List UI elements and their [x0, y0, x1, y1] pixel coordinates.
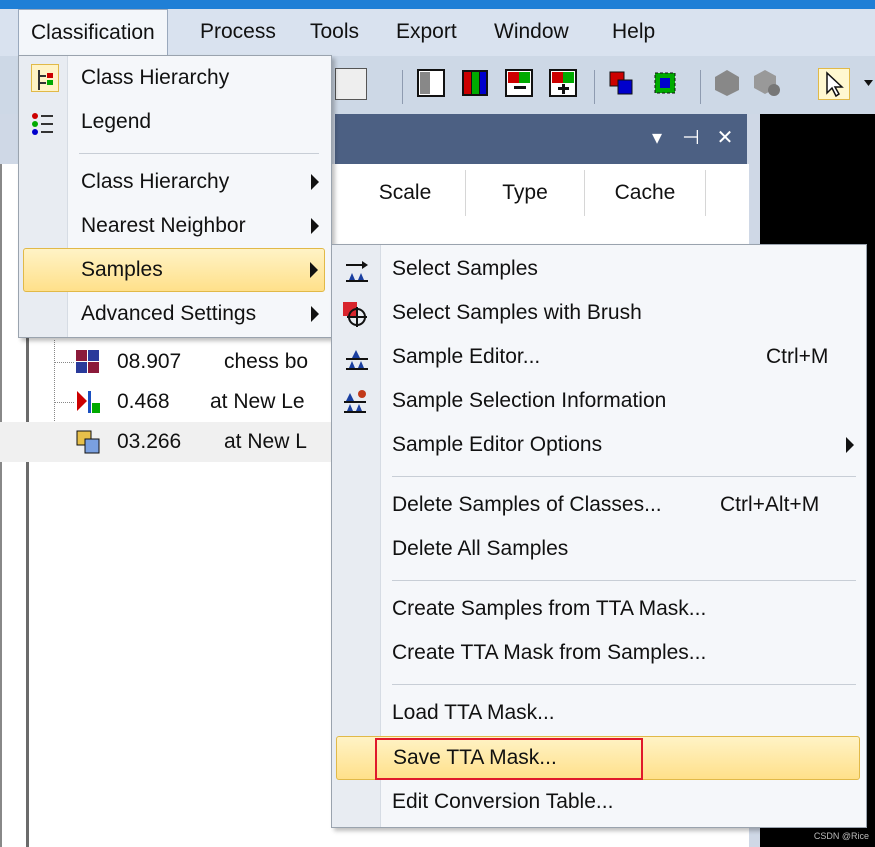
panel-controls: ▾ ⊣ ✕ — [640, 114, 747, 164]
menu-item-create-tta-from-samples[interactable]: Create TTA Mask from Samples... — [332, 631, 864, 675]
merge-region-icon — [75, 429, 101, 455]
menu-item-label: Sample Editor... — [392, 345, 541, 368]
row-name: at New L — [224, 430, 307, 453]
menu-item-label: Nearest Neighbor — [81, 214, 246, 237]
submenu-arrow-icon — [311, 218, 319, 234]
menu-tools[interactable]: Tools — [298, 9, 371, 56]
row-name: at New Le — [210, 390, 305, 413]
menu-item-label: Edit Conversion Table... — [392, 790, 614, 813]
menu-item-sample-editor[interactable]: Sample Editor... Ctrl+M — [332, 335, 864, 379]
menu-item-label: Samples — [81, 258, 163, 281]
menu-separator — [392, 476, 856, 477]
toolbar-overflow-icon[interactable] — [862, 68, 875, 98]
annotation-highlight-box — [375, 738, 643, 780]
menu-item-legend[interactable]: Legend — [21, 100, 327, 144]
menu-separator — [392, 684, 856, 685]
menu-item-samples[interactable]: Samples — [23, 248, 325, 292]
menu-item-delete-samples-classes[interactable]: Delete Samples of Classes... Ctrl+Alt+M — [332, 483, 864, 527]
menu-item-shortcut: Ctrl+M — [766, 345, 829, 368]
panel-close-icon[interactable]: ✕ — [708, 114, 742, 162]
submenu-arrow-icon — [311, 174, 319, 190]
row-value: 08.907 — [117, 350, 182, 373]
menu-item-label: Select Samples — [392, 257, 538, 280]
menu-item-label: Legend — [81, 110, 152, 133]
menu-item-delete-all-samples[interactable]: Delete All Samples — [332, 527, 864, 571]
menu-item-label: Sample Editor Options — [392, 433, 603, 456]
brush-icon — [342, 299, 368, 327]
classification-icon — [75, 389, 101, 415]
toolbar-separator — [402, 70, 403, 104]
tree-row[interactable]: 0.468 at New Le — [0, 382, 335, 422]
polygon-icon[interactable] — [712, 68, 742, 98]
toolbar-view-icon[interactable] — [335, 68, 367, 100]
menu-item-select-samples[interactable]: Select Samples — [332, 247, 864, 291]
chessboard-segmentation-icon — [75, 349, 101, 375]
legend-icon — [31, 109, 57, 135]
menu-item-label: Create Samples from TTA Mask... — [392, 597, 707, 620]
menu-separator — [392, 580, 856, 581]
menu-item-load-tta-mask[interactable]: Load TTA Mask... — [332, 691, 864, 735]
objects-icon[interactable] — [606, 68, 636, 98]
classification-menu: Class Hierarchy Legend Class Hierarchy N… — [18, 55, 332, 338]
menu-item-label: Delete Samples of Classes... — [392, 493, 662, 516]
menu-item-create-samples-from-tta[interactable]: Create Samples from TTA Mask... — [332, 587, 864, 631]
menu-item-nearest-neighbor[interactable]: Nearest Neighbor — [21, 204, 327, 248]
menu-separator — [79, 153, 319, 154]
menu-item-label: Delete All Samples — [392, 537, 569, 560]
column-header-scale[interactable]: Scale — [345, 170, 466, 216]
select-samples-icon — [344, 256, 370, 282]
menu-item-select-samples-brush[interactable]: Select Samples with Brush — [332, 291, 864, 335]
single-layer-icon[interactable] — [416, 68, 446, 98]
submenu-arrow-icon — [846, 437, 854, 453]
menu-export[interactable]: Export — [384, 9, 469, 56]
column-header-type[interactable]: Type — [466, 170, 585, 216]
submenu-arrow-icon — [310, 262, 318, 278]
panel-dropdown-icon[interactable]: ▾ — [640, 114, 674, 162]
menu-item-label: Load TTA Mask... — [392, 701, 555, 724]
menu-item-label: Class Hierarchy — [81, 66, 230, 89]
rgb-layers-icon[interactable] — [460, 68, 490, 98]
menu-process[interactable]: Process — [188, 9, 288, 56]
class-hierarchy-icon — [31, 64, 59, 92]
menu-window[interactable]: Window — [482, 9, 581, 56]
toolbar-separator — [700, 70, 701, 104]
menu-item-class-hierarchy-window[interactable]: Class Hierarchy — [21, 56, 327, 100]
pointer-tool-icon[interactable] — [818, 68, 850, 100]
layer-minus-icon[interactable] — [504, 68, 534, 98]
column-header-cache[interactable]: Cache — [585, 170, 706, 216]
menu-item-shortcut: Ctrl+Alt+M — [720, 493, 820, 516]
sample-editor-icon — [344, 344, 370, 370]
menu-help[interactable]: Help — [600, 9, 667, 56]
sample-info-icon — [342, 387, 368, 413]
menu-classification[interactable]: Classification — [18, 9, 168, 56]
menu-item-sample-editor-options[interactable]: Sample Editor Options — [332, 423, 864, 467]
submenu-arrow-icon — [311, 306, 319, 322]
tree-row[interactable]: 08.907 chess bo — [0, 342, 335, 382]
tree-row[interactable]: 03.266 at New L — [0, 422, 335, 462]
menu-item-edit-conversion-table[interactable]: Edit Conversion Table... — [332, 780, 864, 824]
panel-pin-icon[interactable]: ⊣ — [674, 114, 708, 162]
row-name: chess bo — [224, 350, 309, 373]
layer-plus-icon[interactable] — [548, 68, 578, 98]
row-value: 03.266 — [117, 430, 182, 453]
menu-item-label: Class Hierarchy — [81, 170, 230, 193]
row-value: 0.468 — [117, 390, 170, 413]
object-outline-icon[interactable] — [650, 68, 680, 98]
polygon-settings-icon[interactable] — [752, 68, 782, 98]
menu-item-label: Select Samples with Brush — [392, 301, 642, 324]
menu-item-label: Advanced Settings — [81, 302, 257, 325]
menu-item-sample-selection-info[interactable]: Sample Selection Information — [332, 379, 864, 423]
title-bar-strip — [0, 0, 875, 9]
menu-item-class-hierarchy-submenu[interactable]: Class Hierarchy — [21, 160, 327, 204]
watermark: CSDN @Rice — [813, 831, 869, 841]
menu-item-advanced-settings[interactable]: Advanced Settings — [21, 292, 327, 336]
menu-item-label: Create TTA Mask from Samples... — [392, 641, 707, 664]
toolbar-separator — [594, 70, 595, 104]
menu-item-label: Sample Selection Information — [392, 389, 667, 412]
